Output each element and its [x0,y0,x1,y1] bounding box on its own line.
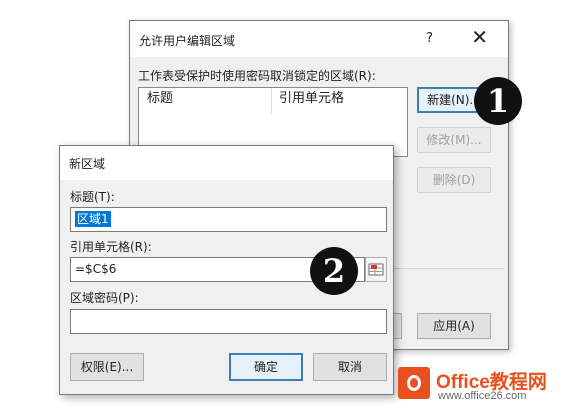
dialog-titlebar: 允许用户编辑区域 ? ✕ [130,21,508,57]
help-icon[interactable]: ? [426,31,433,46]
office-logo-icon [398,367,430,399]
step-badge-2: 2 [310,247,358,295]
ok-button[interactable]: 确定 [229,353,303,381]
refers-to-value: =$C$6 [75,262,117,276]
modify-range-button[interactable]: 修改(M)... [417,127,491,153]
ranges-list-caption: 工作表受保护时使用密码取消锁定的区域(R): [138,69,376,83]
dialog-title: 允许用户编辑区域 [139,34,236,48]
dialog-title: 新区域 [69,157,106,171]
watermark-url: www.office26.com [438,390,527,402]
delete-range-button[interactable]: 删除(D) [417,167,491,193]
column-header-refers-to: 引用单元格 [279,91,345,106]
refers-to-label: 引用单元格(R): [70,240,152,254]
password-label: 区域密码(P): [70,291,139,305]
range-select-button[interactable] [365,257,387,282]
permissions-button[interactable]: 权限(E)... [70,353,144,381]
office26-watermark: Office教程网 www.office26.com [398,365,558,409]
range-select-icon [368,263,384,276]
step-badge-1: 1 [474,77,522,125]
column-header-title: 标题 [147,91,174,106]
title-input-value: 区域1 [75,211,111,227]
apply-button[interactable]: 应用(A) [417,313,491,339]
cancel-button[interactable]: 取消 [313,353,387,381]
dialog-titlebar: 新区域 [60,146,393,180]
password-input[interactable] [70,309,387,334]
title-input[interactable]: 区域1 [70,207,387,232]
close-icon[interactable]: ✕ [471,27,488,47]
column-divider [271,88,272,114]
title-label: 标题(T): [70,190,115,204]
separator [392,268,504,269]
